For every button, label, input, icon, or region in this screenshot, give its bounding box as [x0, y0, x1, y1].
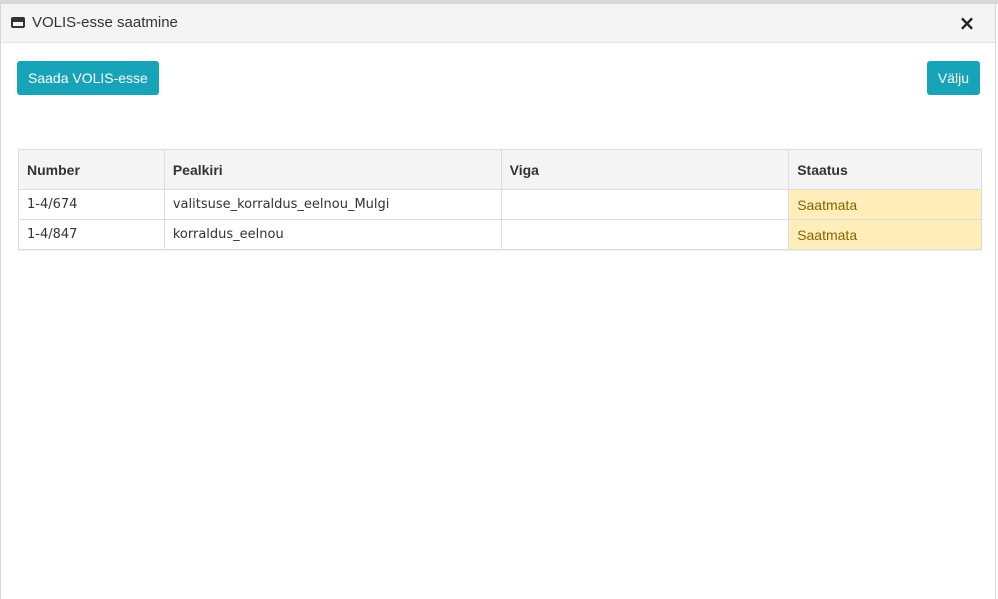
cell-error — [500, 189, 790, 220]
column-header-number[interactable]: Number — [18, 149, 165, 190]
cell-title: valitsuse_korraldus_eelnou_Mulgi — [163, 189, 502, 220]
table-row[interactable]: 1-4/674 valitsuse_korraldus_eelnou_Mulgi… — [18, 189, 982, 220]
send-to-volis-dialog: VOLIS-esse saatmine × Saada VOLIS-esse V… — [0, 4, 996, 599]
status-badge: Saatmata — [788, 189, 982, 220]
send-to-volis-button[interactable]: Saada VOLIS-esse — [17, 61, 159, 95]
column-header-status[interactable]: Staatus — [788, 149, 982, 190]
cell-number: 1-4/674 — [18, 189, 165, 220]
cell-error — [500, 219, 790, 250]
exit-button[interactable]: Välju — [926, 61, 980, 95]
table-row[interactable]: 1-4/847 korraldus_eelnou Saatmata — [18, 219, 982, 250]
close-icon[interactable]: × — [957, 13, 977, 33]
status-badge: Saatmata — [788, 219, 982, 250]
dialog-title: VOLIS-esse saatmine — [32, 14, 178, 31]
table-header-row: Number Pealkiri Viga Staatus — [18, 149, 982, 190]
documents-table: Number Pealkiri Viga Staatus 1-4/674 val… — [18, 149, 982, 250]
column-header-error[interactable]: Viga — [500, 149, 790, 190]
column-header-title[interactable]: Pealkiri — [163, 149, 502, 190]
cell-title: korraldus_eelnou — [163, 219, 502, 250]
dialog-header: VOLIS-esse saatmine × — [1, 4, 995, 43]
cell-number: 1-4/847 — [18, 219, 165, 250]
window-icon — [11, 17, 25, 28]
